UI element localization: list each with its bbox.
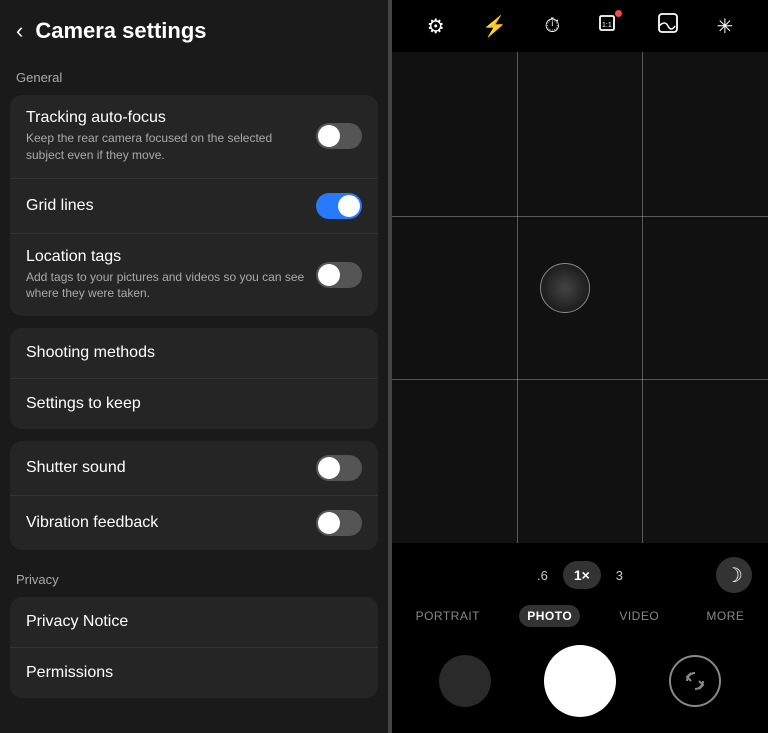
- shooting-methods-title: Shooting methods: [26, 344, 362, 362]
- general-settings-group: Tracking auto-focus Keep the rear camera…: [10, 95, 378, 316]
- zoom-point6-button[interactable]: .6: [528, 563, 557, 588]
- privacy-settings-group: Privacy Notice Permissions: [10, 597, 378, 698]
- vibration-feedback-item: Vibration feedback: [10, 496, 378, 550]
- focus-circle: [540, 263, 590, 313]
- svg-text:1:1: 1:1: [602, 22, 612, 29]
- grid-line-v1: [517, 52, 518, 543]
- settings-panel: ‹ Camera settings General Tracking auto-…: [0, 0, 388, 733]
- permissions-item[interactable]: Permissions: [10, 648, 378, 698]
- shutter-button[interactable]: [544, 645, 616, 717]
- back-button[interactable]: ‹: [16, 18, 23, 44]
- privacy-section-label: Privacy: [0, 558, 388, 593]
- zoom-1x-button[interactable]: 1×: [563, 561, 601, 589]
- tracking-autofocus-toggle[interactable]: [316, 123, 362, 149]
- camera-panel: ⚙ ⚡ ⏱ 1:1 ✳ .6: [392, 0, 768, 733]
- grid-lines-title: Grid lines: [26, 197, 94, 215]
- filter-icon[interactable]: [657, 12, 679, 40]
- vibration-feedback-title: Vibration feedback: [26, 514, 306, 532]
- night-mode-button[interactable]: ☽: [716, 557, 752, 593]
- location-tags-toggle[interactable]: [316, 262, 362, 288]
- camera-bottom-controls: .6 1× 3 ☽ PORTRAIT PHOTO VIDEO MORE: [392, 543, 768, 733]
- tab-more[interactable]: MORE: [698, 605, 752, 627]
- shooting-methods-item[interactable]: Shooting methods: [10, 328, 378, 379]
- grid-line-h1: [392, 216, 768, 217]
- shutter-sound-toggle[interactable]: [316, 455, 362, 481]
- location-tags-item: Location tags Add tags to your pictures …: [10, 234, 378, 317]
- camera-mode-tabs: PORTRAIT PHOTO VIDEO MORE: [392, 597, 768, 635]
- sound-settings-group: Shutter sound Vibration feedback: [10, 441, 378, 550]
- location-tags-desc: Add tags to your pictures and videos so …: [26, 269, 306, 303]
- thumbnail-preview[interactable]: [439, 655, 491, 707]
- settings-to-keep-title: Settings to keep: [26, 395, 362, 413]
- privacy-notice-title: Privacy Notice: [26, 613, 362, 631]
- grid-lines-item: Grid lines: [10, 179, 378, 234]
- shutter-row: [392, 635, 768, 733]
- nav-settings-group: Shooting methods Settings to keep: [10, 328, 378, 429]
- location-tags-title: Location tags: [26, 248, 306, 266]
- grid-line-v2: [642, 52, 643, 543]
- flip-camera-button[interactable]: [669, 655, 721, 707]
- grid-lines-toggle[interactable]: [316, 193, 362, 219]
- settings-to-keep-item[interactable]: Settings to keep: [10, 379, 378, 429]
- tracking-autofocus-title: Tracking auto-focus: [26, 109, 306, 127]
- flash-icon[interactable]: ⚡: [482, 14, 507, 39]
- sparkle-icon[interactable]: ✳: [717, 14, 734, 39]
- shutter-sound-title: Shutter sound: [26, 459, 306, 477]
- settings-header: ‹ Camera settings: [0, 0, 388, 56]
- privacy-notice-item[interactable]: Privacy Notice: [10, 597, 378, 648]
- zoom-controls: .6 1× 3 ☽: [392, 553, 768, 597]
- tracking-autofocus-item: Tracking auto-focus Keep the rear camera…: [10, 95, 378, 179]
- timer-icon[interactable]: ⏱: [544, 15, 560, 38]
- tab-video[interactable]: VIDEO: [611, 605, 667, 627]
- settings-icon[interactable]: ⚙: [427, 14, 445, 39]
- zoom-3x-button[interactable]: 3: [607, 563, 632, 588]
- tracking-autofocus-desc: Keep the rear camera focused on the sele…: [26, 130, 306, 164]
- shutter-sound-item: Shutter sound: [10, 441, 378, 496]
- permissions-title: Permissions: [26, 664, 362, 682]
- ratio-icon[interactable]: 1:1: [598, 12, 620, 40]
- tab-photo[interactable]: PHOTO: [519, 605, 580, 627]
- camera-top-icons: ⚙ ⚡ ⏱ 1:1 ✳: [392, 0, 768, 52]
- page-title: Camera settings: [35, 18, 206, 44]
- tab-portrait[interactable]: PORTRAIT: [408, 605, 488, 627]
- general-section-label: General: [0, 56, 388, 91]
- vibration-feedback-toggle[interactable]: [316, 510, 362, 536]
- grid-line-h2: [392, 379, 768, 380]
- camera-viewfinder: [392, 52, 768, 543]
